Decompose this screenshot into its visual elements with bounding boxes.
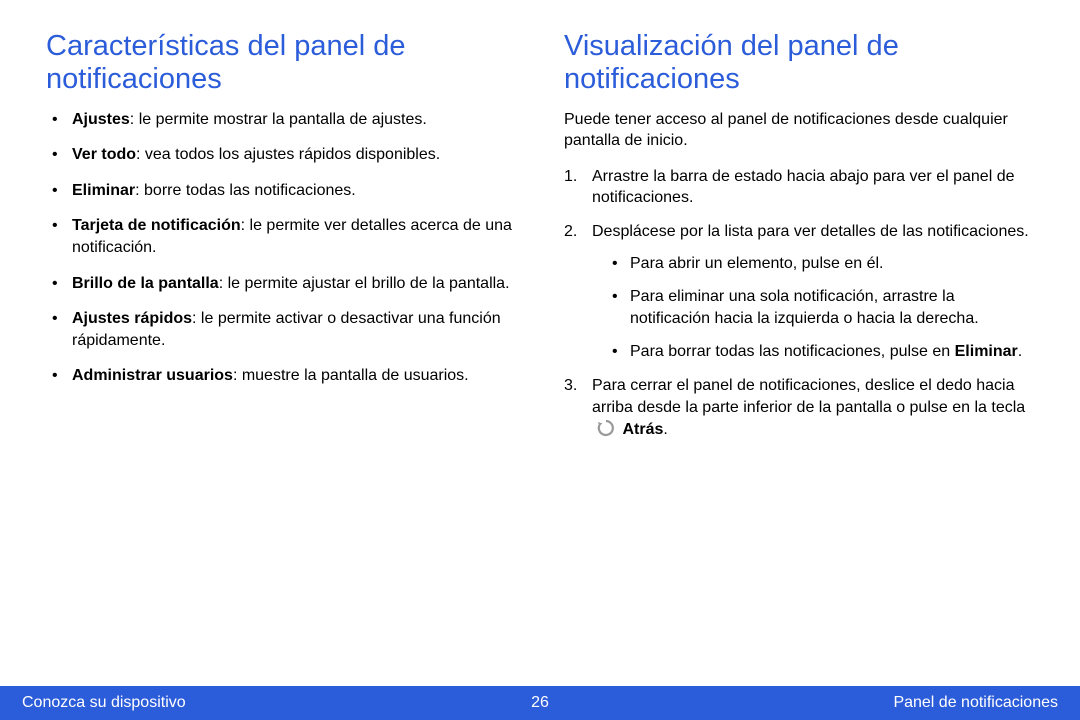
list-item: Eliminar: borre todas las notificaciones… — [46, 180, 516, 202]
back-icon — [596, 418, 616, 438]
item-bold: Brillo de la pantalla — [72, 275, 219, 292]
footer-page-number: 26 — [531, 694, 549, 712]
item-bold: Ver todo — [72, 146, 136, 163]
step-text-bold: Atrás — [622, 421, 663, 438]
item-bold: Ajustes — [72, 111, 130, 128]
step-item: Para cerrar el panel de notificaciones, … — [564, 375, 1034, 441]
list-item: Ajustes: le permite mostrar la pantalla … — [46, 109, 516, 131]
step-item: Desplácese por la lista para ver detalle… — [564, 221, 1034, 363]
left-column: Características del panel de notificacio… — [46, 30, 516, 453]
step-item: Arrastre la barra de estado hacia abajo … — [564, 166, 1034, 209]
item-bold: Tarjeta de notificación — [72, 217, 241, 234]
item-bold: Ajustes rápidos — [72, 310, 192, 327]
item-rest: : le permite mostrar la pantalla de ajus… — [130, 111, 427, 128]
right-column: Visualización del panel de notificacione… — [564, 30, 1034, 453]
list-item: Administrar usuarios: muestre la pantall… — [46, 365, 516, 387]
steps-list: Arrastre la barra de estado hacia abajo … — [564, 166, 1034, 441]
sub-item: Para eliminar una sola notificación, arr… — [608, 286, 1034, 329]
sub-list: Para abrir un elemento, pulse en él. Par… — [592, 253, 1034, 363]
item-rest: : le permite ajustar el brillo de la pan… — [219, 275, 510, 292]
step-text-post: . — [663, 421, 667, 438]
list-item: Tarjeta de notificación: le permite ver … — [46, 215, 516, 258]
features-list: Ajustes: le permite mostrar la pantalla … — [46, 109, 516, 387]
item-bold: Eliminar — [72, 182, 135, 199]
sub-text-bold: Eliminar — [955, 343, 1018, 360]
item-bold: Administrar usuarios — [72, 367, 233, 384]
item-rest: : vea todos los ajustes rápidos disponib… — [136, 146, 440, 163]
document-page: Características del panel de notificacio… — [0, 0, 1080, 720]
step-text: Desplácese por la lista para ver detalle… — [592, 223, 1029, 240]
left-heading: Características del panel de notificacio… — [46, 30, 516, 97]
page-footer: Conozca su dispositivo 26 Panel de notif… — [0, 686, 1080, 720]
list-item: Brillo de la pantalla: le permite ajusta… — [46, 273, 516, 295]
footer-right: Panel de notificaciones — [893, 694, 1058, 712]
item-rest: : borre todas las notificaciones. — [135, 182, 356, 199]
sub-text-post: . — [1018, 343, 1022, 360]
sub-text-pre: Para borrar todas las notificaciones, pu… — [630, 343, 955, 360]
footer-left: Conozca su dispositivo — [22, 694, 186, 712]
item-rest: : muestre la pantalla de usuarios. — [233, 367, 469, 384]
two-column-layout: Características del panel de notificacio… — [46, 30, 1034, 453]
sub-item: Para abrir un elemento, pulse en él. — [608, 253, 1034, 275]
list-item: Ajustes rápidos: le permite activar o de… — [46, 308, 516, 351]
sub-item: Para borrar todas las notificaciones, pu… — [608, 341, 1034, 363]
list-item: Ver todo: vea todos los ajustes rápidos … — [46, 144, 516, 166]
intro-paragraph: Puede tener acceso al panel de notificac… — [564, 109, 1034, 152]
step-text: Arrastre la barra de estado hacia abajo … — [592, 168, 1014, 207]
step-text-pre: Para cerrar el panel de notificaciones, … — [592, 377, 1025, 416]
right-heading: Visualización del panel de notificacione… — [564, 30, 1034, 97]
